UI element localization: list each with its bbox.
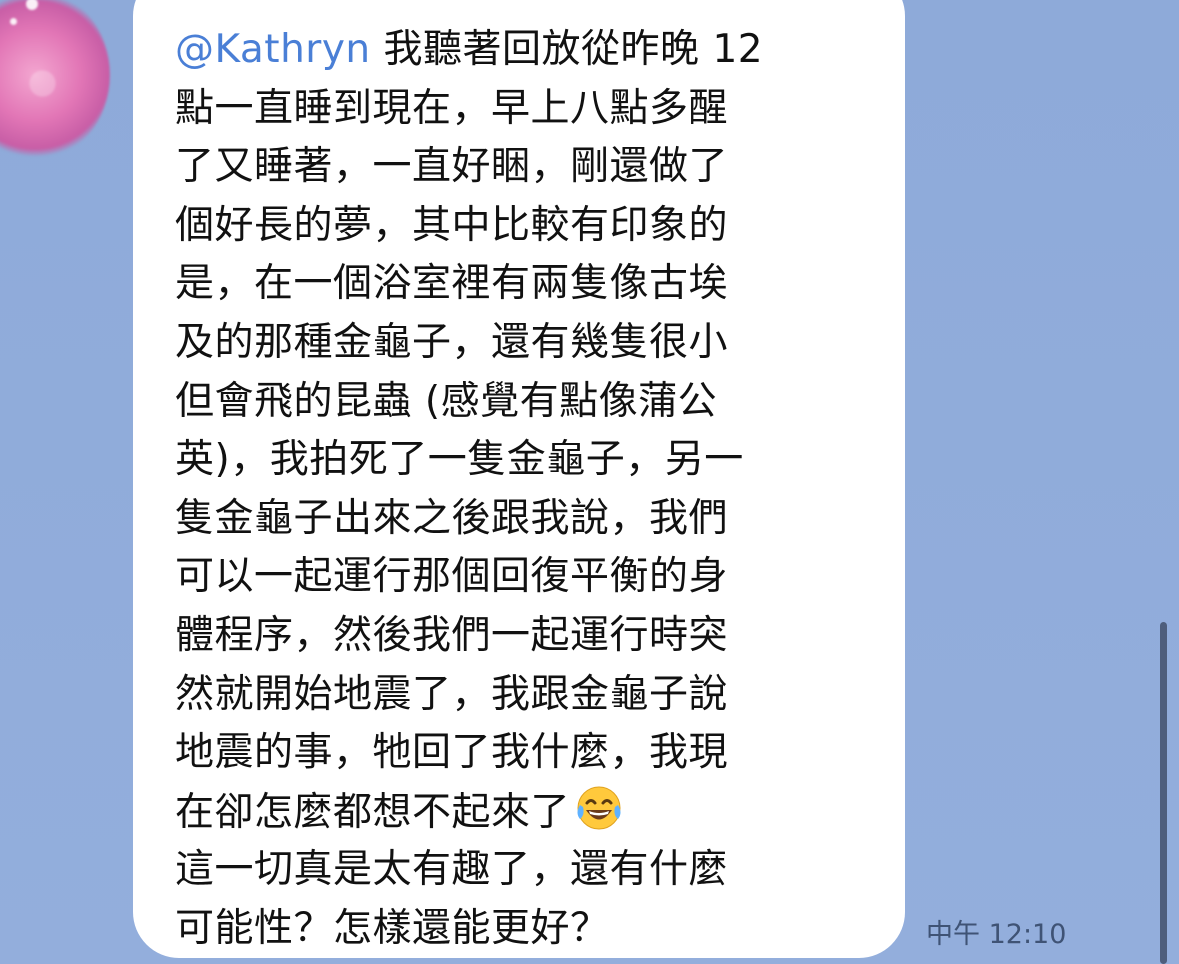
message-line: 英)，我拍死了一隻金龜子，另一 [175, 437, 744, 483]
avatar-sparkle [10, 18, 17, 25]
message-line: 在卻怎麼都想不起來了 [175, 783, 875, 842]
message-line: 可能性？怎樣還能更好？ [175, 905, 610, 951]
message-line: 及的那種金龜子，還有幾隻很小 [175, 319, 729, 365]
message-line-text: 我聽著回放從昨晚 12 [383, 27, 764, 72]
message-line: 是，在一個浴室裡有兩隻像古埃 [175, 261, 729, 307]
message-line: 隻金龜子出來之後跟我說，我們 [175, 495, 729, 541]
message-line: 體程序，然後我們一起運行時突 [175, 612, 729, 658]
message-line: 這一切真是太有趣了，還有什麼 [175, 847, 729, 893]
message-line: 點一直睡到現在，早上八點多醒 [175, 85, 729, 131]
message-line: 但會飛的昆蟲 (感覺有點像蒲公 [175, 378, 718, 424]
message-timestamp: 中午 12:10 [926, 919, 1067, 950]
sender-avatar[interactable] [0, 0, 110, 160]
message-line: @Kathryn 我聽著回放從昨晚 12 [175, 21, 875, 80]
message-line: 了又睡著，一直好睏，剛還做了 [175, 144, 729, 190]
message-line: 個好長的夢，其中比較有印象的 [175, 202, 729, 248]
message-text: @Kathryn 我聽著回放從昨晚 12 點一直睡到現在，早上八點多醒 了又睡著… [175, 21, 875, 959]
chat-area[interactable]: @Kathryn 我聽著回放從昨晚 12 點一直睡到現在，早上八點多醒 了又睡著… [0, 0, 1179, 964]
message-line: 然就開始地震了，我跟金龜子說 [175, 671, 729, 717]
scrollbar[interactable] [1160, 622, 1167, 964]
avatar-sparkle [26, 0, 38, 10]
message-line: 地震的事，牠回了我什麼，我現 [175, 730, 729, 776]
message-line-text: 在卻怎麼都想不起來了 [175, 789, 571, 835]
message-line: 可以一起運行那個回復平衡的身 [175, 554, 729, 600]
face-with-tears-of-joy-icon [577, 786, 621, 830]
mention-kathryn[interactable]: @Kathryn [175, 27, 371, 72]
